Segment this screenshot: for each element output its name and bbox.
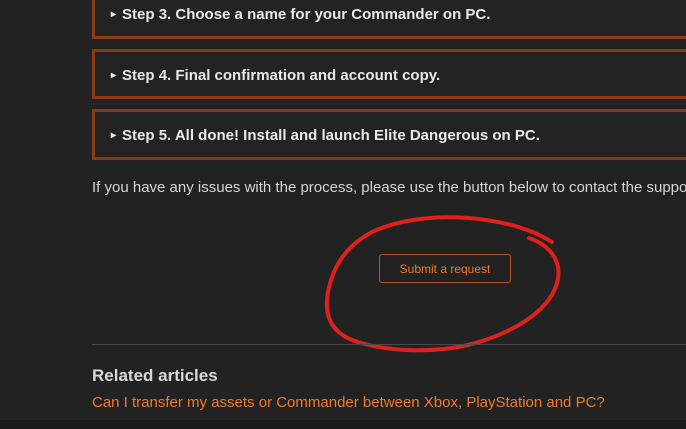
footer-edge <box>0 420 686 429</box>
related-article-link[interactable]: Can I transfer my assets or Commander be… <box>92 394 605 411</box>
issue-instructions-text: If you have any issues with the process,… <box>92 179 686 196</box>
accordion-step-4-header[interactable]: ▸ Step 4. Final confirmation and account… <box>111 67 440 84</box>
accordion-step-5[interactable]: ▸ Step 5. All done! Install and launch E… <box>92 109 686 160</box>
submit-request-button[interactable]: Submit a request <box>379 254 511 283</box>
section-divider <box>92 344 686 345</box>
accordion-step-5-header[interactable]: ▸ Step 5. All done! Install and launch E… <box>111 127 540 144</box>
related-articles-heading: Related articles <box>92 366 218 385</box>
accordion-step-4[interactable]: ▸ Step 4. Final confirmation and account… <box>92 49 686 99</box>
accordion-step-5-label: Step 5. All done! Install and launch Eli… <box>122 127 540 144</box>
accordion-step-3[interactable]: ▸ Step 3. Choose a name for your Command… <box>92 0 686 39</box>
accordion-step-4-label: Step 4. Final confirmation and account c… <box>122 67 441 84</box>
accordion-step-3-header[interactable]: ▸ Step 3. Choose a name for your Command… <box>111 6 490 23</box>
expand-arrow-icon: ▸ <box>111 9 117 20</box>
accordion-step-3-label: Step 3. Choose a name for your Commander… <box>122 6 491 23</box>
expand-arrow-icon: ▸ <box>111 70 117 81</box>
expand-arrow-icon: ▸ <box>111 130 117 141</box>
page: ▸ Step 3. Choose a name for your Command… <box>0 0 686 429</box>
